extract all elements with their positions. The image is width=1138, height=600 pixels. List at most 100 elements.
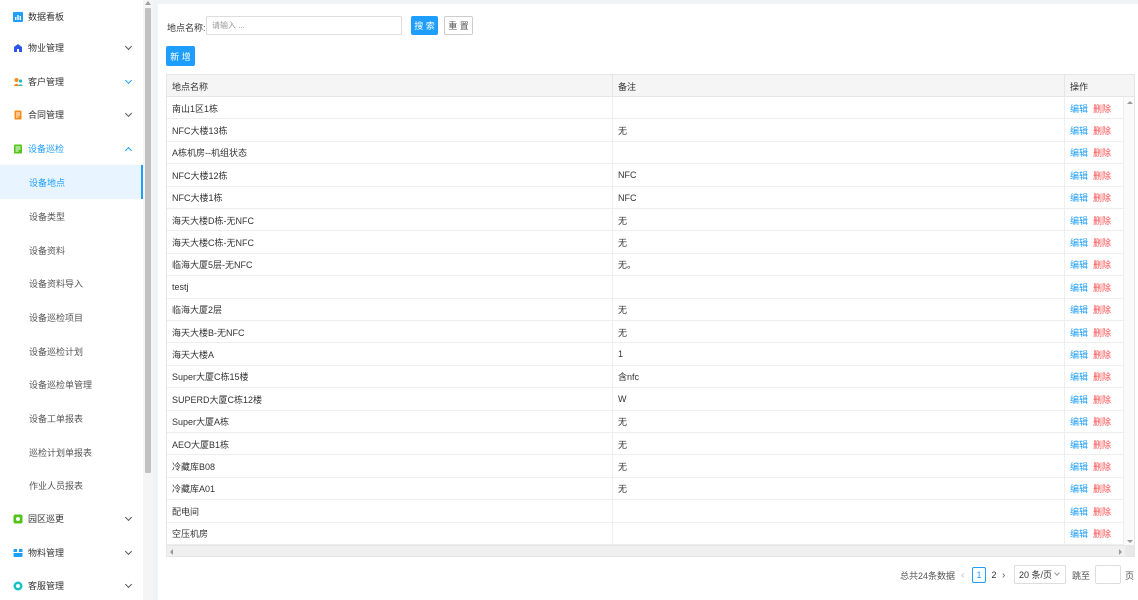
edit-link[interactable]: 编辑 xyxy=(1070,281,1088,294)
sidebar-subitem-equipment-type[interactable]: 设备类型 xyxy=(0,199,143,233)
cell-remark: NFC xyxy=(613,186,1065,209)
sidebar-item-customer-service[interactable]: 客服管理 xyxy=(0,569,143,600)
edit-link[interactable]: 编辑 xyxy=(1070,303,1088,316)
edit-link[interactable]: 编辑 xyxy=(1070,348,1088,361)
edit-link[interactable]: 编辑 xyxy=(1070,527,1088,540)
sidebar-subitem-work-order-report[interactable]: 设备工单报表 xyxy=(0,401,143,435)
cell-actions: 编辑 删除 xyxy=(1065,299,1125,321)
sidebar-subitem-equipment-import[interactable]: 设备资料导入 xyxy=(0,266,143,300)
delete-link[interactable]: 删除 xyxy=(1093,505,1111,518)
chevron-down-icon xyxy=(124,76,133,85)
cell-actions: 编辑 删除 xyxy=(1065,433,1125,455)
cell-remark xyxy=(613,276,1065,299)
edit-link[interactable]: 编辑 xyxy=(1070,102,1088,115)
delete-link[interactable]: 删除 xyxy=(1093,460,1111,473)
sidebar-subitem-equipment-info[interactable]: 设备资料 xyxy=(0,233,143,267)
edit-link[interactable]: 编辑 xyxy=(1070,236,1088,249)
goto-page-input[interactable] xyxy=(1095,565,1121,584)
scroll-up-icon[interactable] xyxy=(1127,101,1133,104)
edit-link[interactable]: 编辑 xyxy=(1070,505,1088,518)
sidebar-item-equipment-inspection[interactable]: 设备巡检 xyxy=(0,132,143,165)
delete-link[interactable]: 删除 xyxy=(1093,258,1111,271)
delete-link[interactable]: 删除 xyxy=(1093,146,1111,159)
cell-location-name: testj xyxy=(167,276,613,299)
cell-remark: 1 xyxy=(613,343,1065,366)
page-size-select[interactable]: 20 条/页 xyxy=(1014,565,1066,584)
delete-link[interactable]: 删除 xyxy=(1093,482,1111,495)
cell-location-name: NFC大楼1栋 xyxy=(167,186,613,209)
table-vertical-scrollbar[interactable] xyxy=(1123,97,1134,547)
sidebar-item-patrol[interactable]: 园区巡更 xyxy=(0,502,143,535)
pagination-page-2[interactable]: 2 xyxy=(987,567,1001,583)
delete-link[interactable]: 删除 xyxy=(1093,438,1111,451)
table-row: NFC大楼13栋无编辑 删除 xyxy=(167,119,1125,142)
cell-remark: W xyxy=(613,388,1065,411)
scroll-up-icon[interactable] xyxy=(145,1,151,5)
delete-link[interactable]: 删除 xyxy=(1093,236,1111,249)
edit-link[interactable]: 编辑 xyxy=(1070,482,1088,495)
sidebar-subitem-plan-report[interactable]: 巡检计划单报表 xyxy=(0,435,143,469)
edit-link[interactable]: 编辑 xyxy=(1070,258,1088,271)
table-row: Super大厦A栋无编辑 删除 xyxy=(167,410,1125,433)
search-button[interactable]: 搜 索 xyxy=(411,16,438,35)
edit-link[interactable]: 编辑 xyxy=(1070,146,1088,159)
delete-link[interactable]: 删除 xyxy=(1093,370,1111,383)
scroll-left-icon[interactable] xyxy=(170,549,173,555)
delete-link[interactable]: 删除 xyxy=(1093,281,1111,294)
sidebar-subitem-inspection-plan[interactable]: 设备巡检计划 xyxy=(0,334,143,368)
delete-link[interactable]: 删除 xyxy=(1093,303,1111,316)
edit-link[interactable]: 编辑 xyxy=(1070,370,1088,383)
delete-link[interactable]: 删除 xyxy=(1093,169,1111,182)
edit-link[interactable]: 编辑 xyxy=(1070,326,1088,339)
edit-link[interactable]: 编辑 xyxy=(1070,169,1088,182)
delete-link[interactable]: 删除 xyxy=(1093,124,1111,137)
edit-link[interactable]: 编辑 xyxy=(1070,393,1088,406)
scroll-right-icon[interactable] xyxy=(1119,549,1122,555)
sidebar-item-contract[interactable]: 合同管理 xyxy=(0,98,143,131)
delete-link[interactable]: 删除 xyxy=(1093,348,1111,361)
pagination-page-1[interactable]: 1 xyxy=(972,567,986,583)
cell-location-name: 海天大楼A xyxy=(167,343,613,366)
cell-actions: 编辑 删除 xyxy=(1065,97,1125,119)
edit-link[interactable]: 编辑 xyxy=(1070,214,1088,227)
sidebar-item-customer[interactable]: 客户管理 xyxy=(0,65,143,98)
delete-link[interactable]: 删除 xyxy=(1093,527,1111,540)
pagination-prev-button[interactable]: ‹ xyxy=(961,566,964,584)
chevron-down-icon xyxy=(124,513,133,522)
delete-link[interactable]: 删除 xyxy=(1093,102,1111,115)
table-horizontal-scrollbar[interactable] xyxy=(167,545,1134,556)
sidebar-item-material[interactable]: 物料管理 xyxy=(0,536,143,569)
edit-link[interactable]: 编辑 xyxy=(1070,124,1088,137)
delete-link[interactable]: 删除 xyxy=(1093,191,1111,204)
delete-link[interactable]: 删除 xyxy=(1093,415,1111,428)
scroll-down-icon[interactable] xyxy=(1127,540,1133,543)
sidebar-scrollbar-thumb[interactable] xyxy=(145,8,151,473)
cell-remark xyxy=(613,500,1065,523)
add-button[interactable]: 新 增 xyxy=(166,46,195,66)
edit-link[interactable]: 编辑 xyxy=(1070,191,1088,204)
edit-link[interactable]: 编辑 xyxy=(1070,438,1088,451)
edit-link[interactable]: 编辑 xyxy=(1070,415,1088,428)
delete-link[interactable]: 删除 xyxy=(1093,393,1111,406)
sidebar-subitem-inspection-items[interactable]: 设备巡检项目 xyxy=(0,300,143,334)
sidebar-scrollbar[interactable] xyxy=(143,0,153,600)
edit-link[interactable]: 编辑 xyxy=(1070,460,1088,473)
sidebar-subitem-label: 设备地点 xyxy=(29,177,66,188)
cell-remark: 无 xyxy=(613,119,1065,142)
delete-link[interactable]: 删除 xyxy=(1093,326,1111,339)
sidebar-item-label: 客服管理 xyxy=(28,581,65,591)
sidebar-subitem-label: 设备类型 xyxy=(29,211,66,222)
sidebar-subitem-staff-report[interactable]: 作业人员报表 xyxy=(0,468,143,502)
search-placeholder: 请输入 ... xyxy=(212,21,245,30)
sidebar-subitem-inspection-orders[interactable]: 设备巡检单管理 xyxy=(0,367,143,401)
sidebar-subitem-equipment-location[interactable]: 设备地点 xyxy=(0,165,143,199)
delete-link[interactable]: 删除 xyxy=(1093,214,1111,227)
pagination-next-button[interactable]: › xyxy=(1002,566,1005,584)
sidebar-item-property[interactable]: 物业管理 xyxy=(0,31,143,64)
reset-button[interactable]: 重 置 xyxy=(444,16,473,35)
table-body: 南山1区1栋 编辑 删除 NFC大楼13栋无编辑 删除 A栋机房--机组状态 编辑 删除 NFC… xyxy=(167,97,1125,547)
cell-location-name: NFC大楼12栋 xyxy=(167,164,613,187)
sidebar: 数据看板 物业管理 客户管理 合同管理 设备巡检 设备地点 设备类型 设备资料 … xyxy=(0,0,143,600)
location-name-input[interactable]: 请输入 ... xyxy=(206,16,402,35)
sidebar-item-dashboard[interactable]: 数据看板 xyxy=(0,0,143,33)
